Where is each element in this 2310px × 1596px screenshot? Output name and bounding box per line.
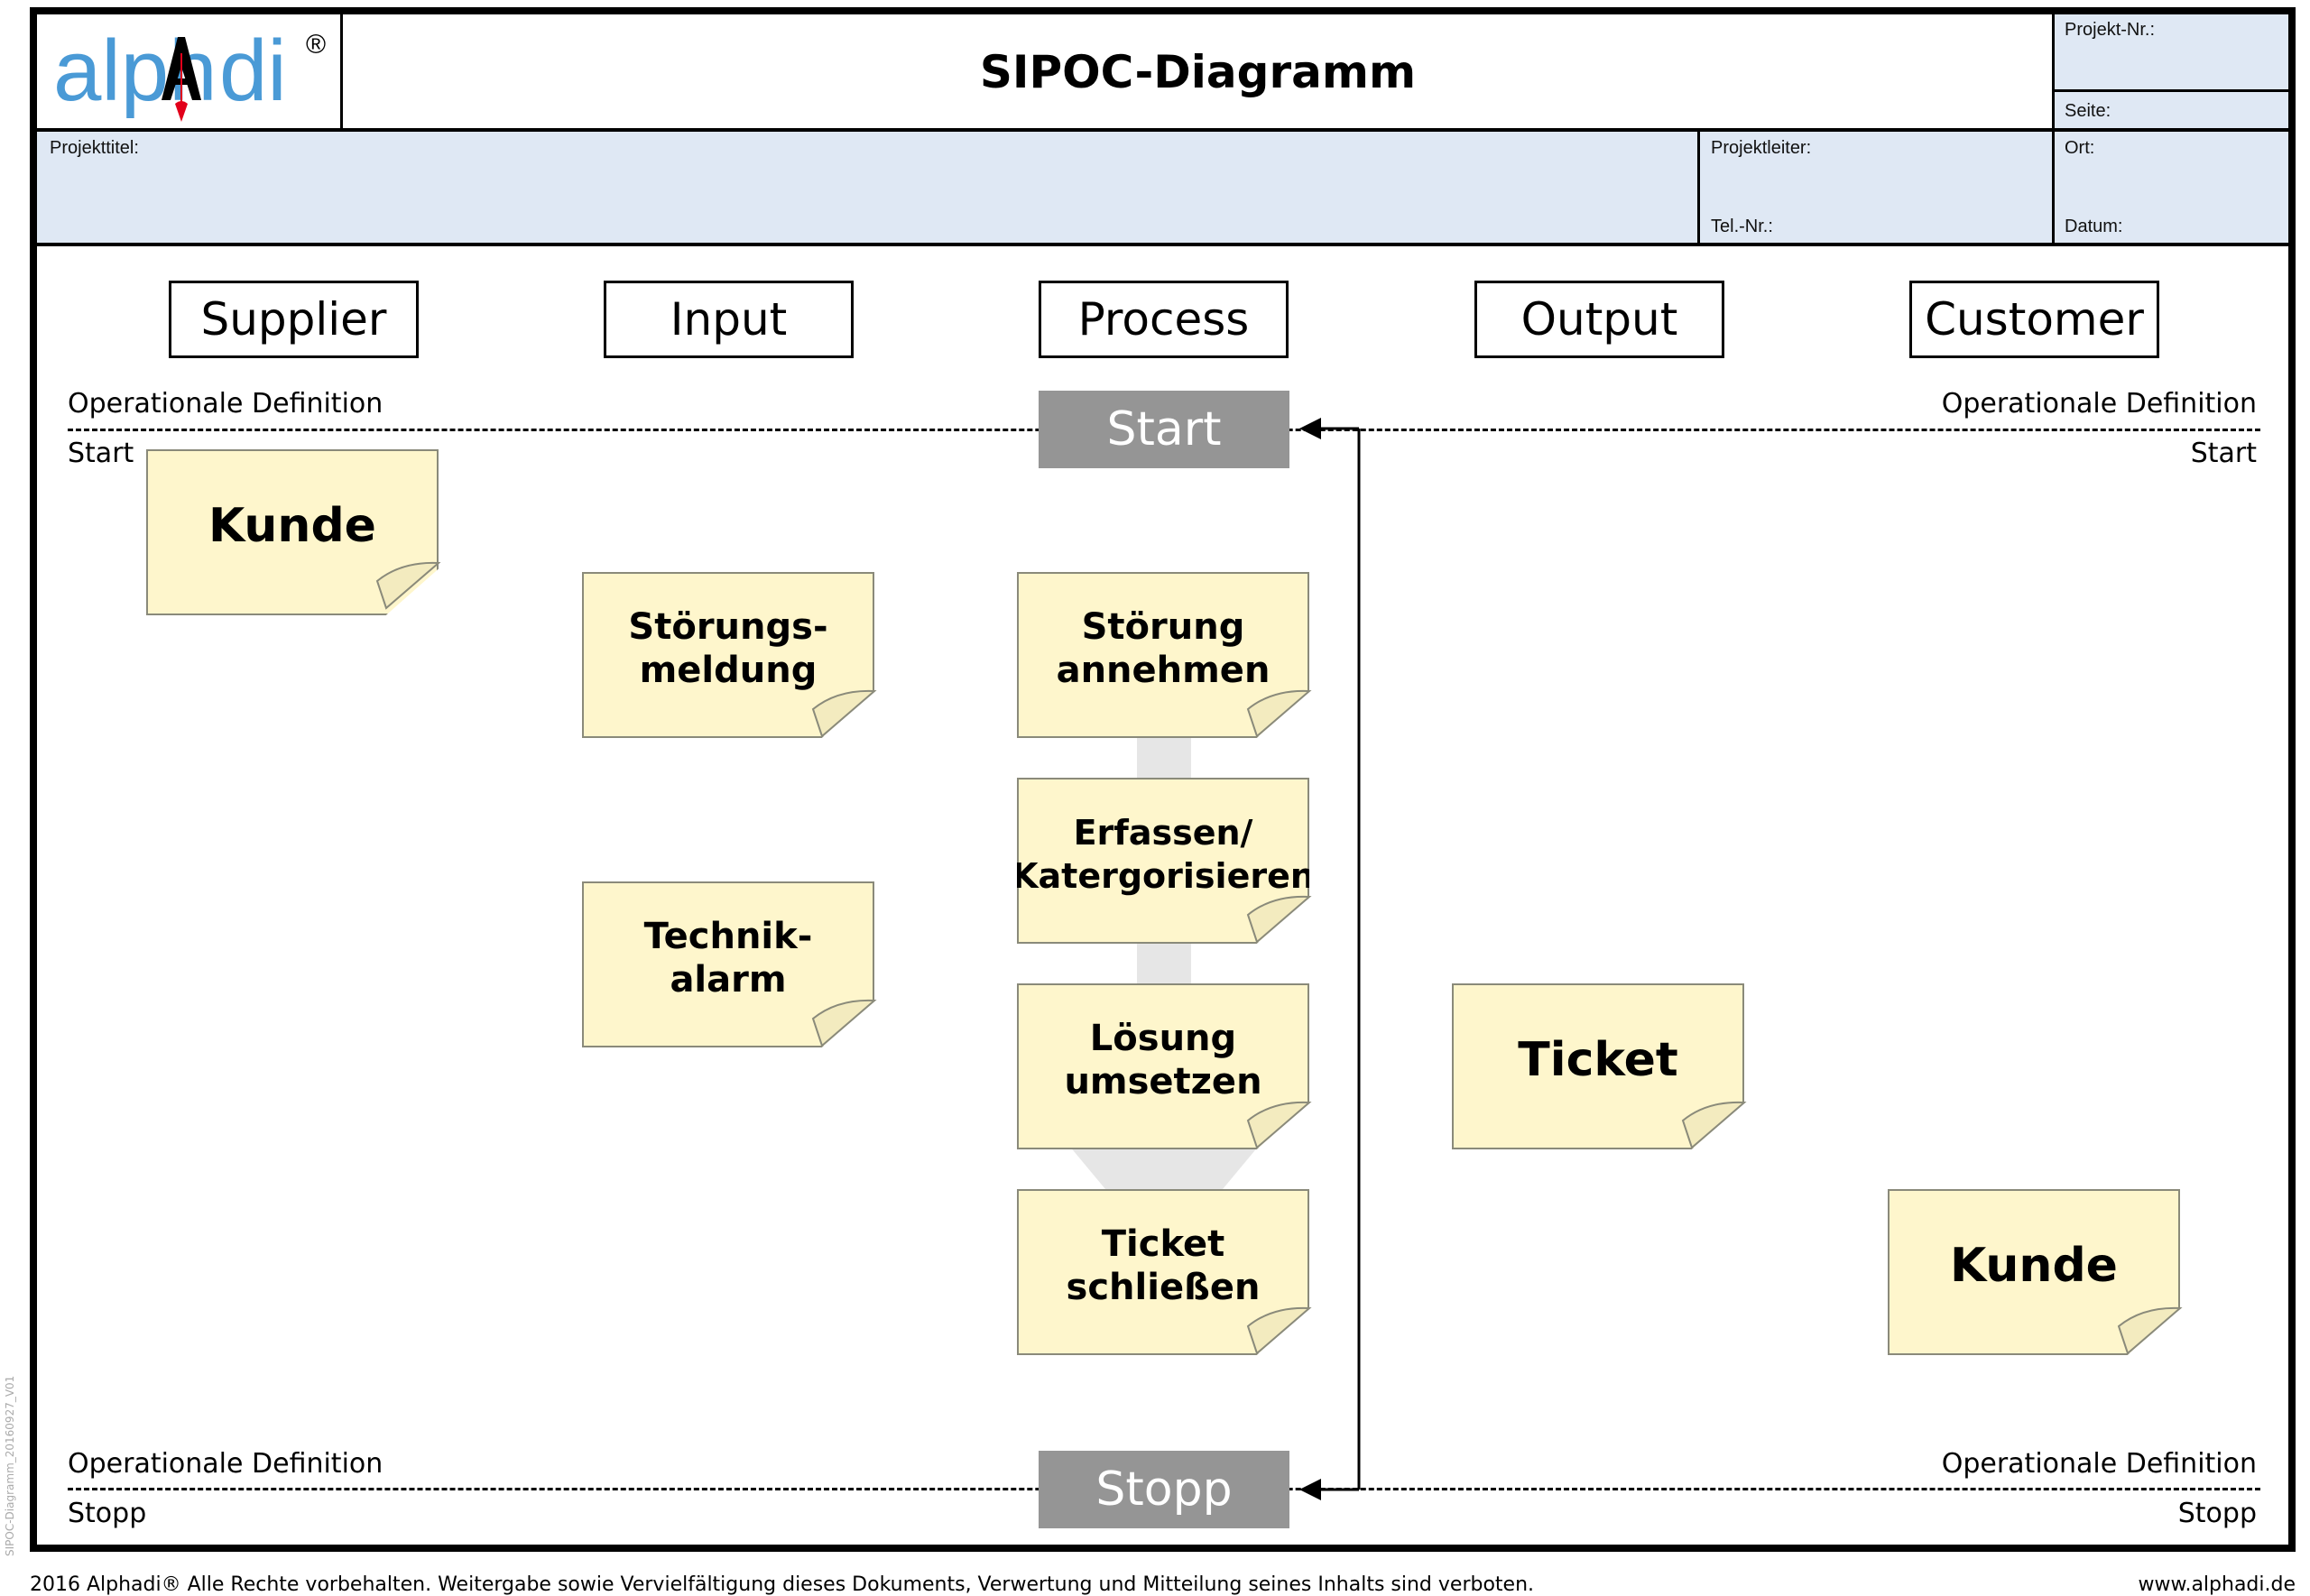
stop-left-definition: Operationale Definition: [68, 1448, 383, 1480]
start-right-sub: Start: [2190, 438, 2257, 469]
note-process-ticket-schliessen[interactable]: Ticket schließen: [1017, 1189, 1309, 1355]
projekttitel-label: Projekttitel:: [50, 138, 139, 158]
seite-divider: [2054, 89, 2288, 92]
stop-right-definition: Operationale Definition: [1941, 1448, 2257, 1480]
start-arrowhead-icon: [1299, 418, 1321, 439]
note-process-erfassen[interactable]: Erfassen/ Katergorisieren: [1017, 778, 1309, 944]
note-input-technikalarm[interactable]: Technik- alarm: [582, 881, 874, 1047]
column-process: Process: [1039, 281, 1289, 358]
copyright-notice: 2016 Alphadi® Alle Rechte vorbehalten. W…: [30, 1573, 1535, 1596]
info-row-divider: [37, 243, 2288, 246]
column-input: Input: [604, 281, 854, 358]
note-process-loesung-umsetzen[interactable]: Lösung umsetzen: [1017, 983, 1309, 1149]
document-version-label: SIPOC-Diagramm_20160927_V01: [4, 1375, 16, 1556]
note-output-ticket[interactable]: Ticket: [1452, 983, 1744, 1149]
column-supplier: Supplier: [169, 281, 419, 358]
start-box: Start: [1039, 391, 1289, 468]
note-input-stoerungsmeldung[interactable]: Störungs- meldung: [582, 572, 874, 738]
alphadi-logo-icon: alph di ®: [53, 23, 326, 122]
start-left-sub: Start: [68, 438, 134, 469]
tel-nr-label: Tel.-Nr.:: [1711, 217, 1773, 236]
start-right-definition: Operationale Definition: [1941, 388, 2257, 420]
page-title: SIPOC-Diagramm: [979, 46, 1417, 98]
ort-label: Ort:: [2065, 138, 2095, 158]
stop-arrowhead-icon: [1299, 1479, 1321, 1500]
stop-left-sub: Stopp: [68, 1498, 147, 1529]
seite-label: Seite:: [2065, 101, 2111, 121]
svg-text:di: di: [219, 23, 287, 119]
column-customer: Customer: [1909, 281, 2159, 358]
column-output: Output: [1474, 281, 1724, 358]
logo: alph di ®: [37, 14, 340, 128]
stop-right-sub: Stopp: [2177, 1498, 2257, 1529]
projekttitel-field[interactable]: [37, 132, 1697, 244]
note-supplier-kunde[interactable]: Kunde: [146, 449, 439, 615]
website-link[interactable]: www.alphadi.de: [2138, 1573, 2296, 1596]
stop-box: Stopp: [1039, 1451, 1289, 1528]
note-process-stoerung-annehmen[interactable]: Störung annehmen: [1017, 572, 1309, 738]
registered-mark: ®: [306, 30, 326, 60]
datum-label: Datum:: [2065, 217, 2123, 236]
start-left-definition: Operationale Definition: [68, 388, 383, 420]
projekt-nr-label: Projekt-Nr.:: [2065, 20, 2156, 40]
projektleiter-label: Projektleiter:: [1711, 138, 1812, 158]
note-customer-kunde[interactable]: Kunde: [1888, 1189, 2180, 1355]
